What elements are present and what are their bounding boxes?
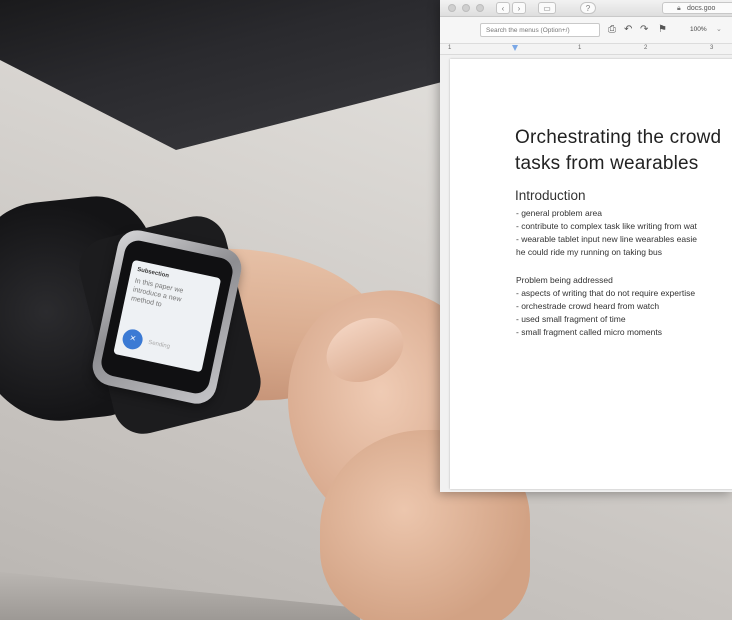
zoom-level[interactable]: 100% bbox=[690, 26, 707, 33]
ruler-number: 1 bbox=[578, 45, 582, 51]
ruler-number: 1 bbox=[448, 45, 452, 51]
close-window-icon[interactable] bbox=[448, 4, 456, 12]
paint-format-icon[interactable]: ⚑ bbox=[658, 24, 667, 36]
doc-title-line-1: Orchestrating the crowd bbox=[515, 127, 722, 148]
watch-text: In this paper we introduce a new method … bbox=[130, 277, 184, 309]
address-bar[interactable]: 🔒︎ docs.goo bbox=[662, 2, 732, 14]
help-icon[interactable]: ? bbox=[580, 2, 596, 14]
indent-marker-icon[interactable] bbox=[512, 45, 518, 51]
docs-toolbar: Search the menus (Option+/) ⎙ ↶ ↷ ⚑ 100%… bbox=[440, 17, 732, 44]
back-icon[interactable]: ‹ bbox=[496, 2, 510, 14]
redo-icon[interactable]: ↷ bbox=[640, 24, 648, 36]
watch-bezel: Subsection In this paper we introduce a … bbox=[98, 238, 236, 396]
doc-line: - aspects of writing that do not require… bbox=[516, 288, 696, 298]
url-text: docs.goo bbox=[687, 5, 716, 12]
document-page[interactable]: Orchestrating the crowd tasks from weara… bbox=[450, 59, 732, 489]
print-icon[interactable]: ⎙ bbox=[608, 24, 616, 36]
ruler: 1 1 2 3 bbox=[440, 44, 732, 55]
sidebar-icon[interactable]: ▭ bbox=[538, 2, 556, 14]
doc-subheading: Problem being addressed bbox=[516, 275, 613, 285]
forward-icon[interactable]: › bbox=[512, 2, 526, 14]
browser-window: ‹ › ▭ ? 🔒︎ docs.goo Search the menus (Op… bbox=[440, 0, 732, 492]
lock-icon: 🔒︎ bbox=[677, 5, 681, 12]
watch-screen[interactable]: Subsection In this paper we introduce a … bbox=[113, 259, 222, 373]
ruler-number: 2 bbox=[644, 45, 648, 51]
doc-line: he could ride my running on taking bus bbox=[516, 247, 663, 257]
doc-line: - orchestrade crowd heard from watch bbox=[516, 301, 660, 311]
menu-search-input[interactable]: Search the menus (Option+/) bbox=[480, 23, 600, 37]
chevron-down-icon[interactable]: ⌄ bbox=[716, 25, 722, 33]
doc-line: - contribute to complex task like writin… bbox=[516, 221, 697, 231]
doc-heading: Introduction bbox=[515, 188, 586, 203]
title-bar: ‹ › ▭ ? 🔒︎ docs.goo bbox=[440, 0, 732, 17]
doc-line: - wearable tablet input new line wearabl… bbox=[516, 234, 697, 244]
watch-button-label: Sending bbox=[147, 339, 171, 351]
maximize-window-icon[interactable] bbox=[476, 4, 484, 12]
doc-line: - general problem area bbox=[516, 208, 602, 218]
doc-line: - small fragment called micro moments bbox=[516, 327, 662, 337]
doc-line: - used small fragment of time bbox=[516, 314, 626, 324]
doc-title-line-2: tasks from wearables bbox=[515, 153, 699, 174]
minimize-window-icon[interactable] bbox=[462, 4, 470, 12]
undo-icon[interactable]: ↶ bbox=[624, 24, 632, 36]
document-area: Orchestrating the crowd tasks from weara… bbox=[440, 55, 732, 492]
ruler-number: 3 bbox=[710, 45, 714, 51]
watch-close-icon[interactable]: × bbox=[120, 327, 145, 352]
